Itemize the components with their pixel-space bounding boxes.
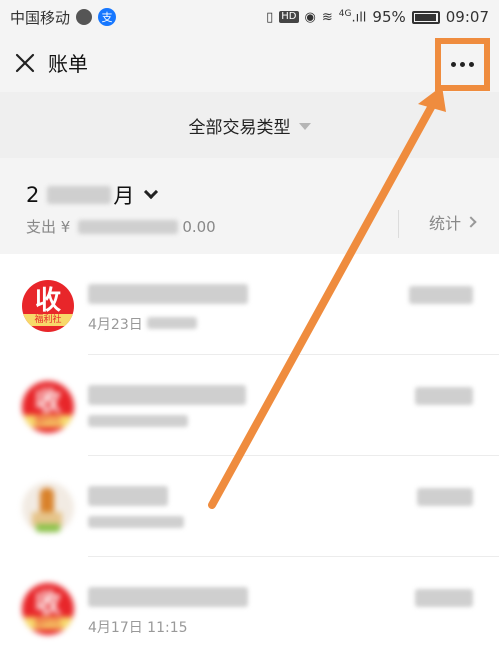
- signal-icon: 4G.ıll: [338, 8, 367, 26]
- expense-amount-suffix: 0.00: [182, 217, 216, 236]
- avatar-text: 收: [34, 589, 61, 619]
- transaction-list: 收 福利社 4月23日 收 福利社 收 福利社 4月17日 11:15: [0, 254, 499, 656]
- merchant-avatar: 收 福利社: [22, 583, 74, 635]
- merchant-avatar: 收 福利社: [22, 280, 74, 332]
- alipay-icon: 支: [98, 8, 117, 26]
- transaction-title-redacted: [88, 486, 168, 506]
- transaction-time: 4月17日 11:15: [88, 620, 188, 636]
- avatar-text: 收: [34, 286, 61, 316]
- transaction-time: 4月23日: [88, 314, 198, 334]
- statistics-link[interactable]: 统计: [428, 210, 477, 234]
- wifi-icon: ≋: [321, 9, 333, 25]
- month-label-suffix: 月: [113, 184, 135, 208]
- chevron-down-icon: [144, 184, 159, 200]
- transaction-title-redacted: [88, 284, 248, 304]
- carrier-name: 中国移动: [10, 8, 71, 27]
- avatar-subtext: 福利社: [22, 314, 74, 326]
- battery-icon: [411, 10, 440, 24]
- filter-label: 全部交易类型: [188, 117, 291, 138]
- status-bar: 中国移动 支 ▯ HD ◉ ≋ 4G.ıll 95% 09:07: [0, 0, 499, 34]
- transaction-time-redacted: [88, 415, 188, 431]
- merchant-avatar: [22, 482, 74, 534]
- page-title: 账单: [48, 52, 88, 76]
- merchant-avatar: 收 福利社: [22, 381, 74, 433]
- transaction-amount-redacted: [417, 488, 473, 506]
- month-summary: 2 月 支出 ¥ 0.00 统计: [0, 158, 499, 254]
- network-type: 4G: [338, 8, 352, 19]
- eye-icon: ◉: [304, 9, 316, 25]
- chevron-right-icon: [465, 216, 477, 228]
- status-left: 中国移动 支: [10, 7, 117, 28]
- avatar-subtext: 福利社: [22, 617, 74, 629]
- transaction-amount-redacted: [409, 286, 473, 304]
- more-options-button[interactable]: [435, 38, 490, 91]
- transaction-title-redacted: [88, 587, 248, 607]
- globe-icon: [76, 9, 93, 25]
- month-label-prefix: 2: [26, 183, 40, 207]
- more-icon: [451, 62, 474, 67]
- stats-divider: [398, 210, 399, 238]
- nav-bar: 账单: [0, 34, 499, 92]
- statistics-label: 统计: [428, 214, 461, 233]
- transaction-row[interactable]: 收 福利社: [0, 355, 499, 455]
- caret-down-icon: [298, 123, 311, 130]
- transaction-amount-redacted: [415, 387, 473, 405]
- transaction-row[interactable]: [0, 456, 499, 556]
- expense-summary: 支出 ¥ 0.00: [26, 216, 216, 237]
- transaction-type-filter[interactable]: 全部交易类型: [0, 92, 499, 158]
- vibrate-icon: ▯: [266, 9, 274, 25]
- transaction-amount-redacted: [415, 589, 473, 607]
- month-selector[interactable]: 2 月: [26, 180, 159, 210]
- transaction-time-redacted: [88, 516, 184, 532]
- avatar-text: 收: [34, 387, 61, 417]
- expense-label: 支出 ¥: [26, 218, 71, 236]
- close-button[interactable]: [12, 50, 38, 76]
- close-icon: [15, 53, 35, 73]
- month-label-redacted: [47, 186, 112, 204]
- clock: 09:07: [445, 8, 489, 26]
- status-right: ▯ HD ◉ ≋ 4G.ıll 95% 09:07: [266, 8, 489, 26]
- transaction-title-redacted: [88, 385, 246, 405]
- avatar-subtext: 福利社: [22, 415, 74, 427]
- transaction-row[interactable]: 收 福利社 4月23日: [0, 254, 499, 354]
- expense-amount-redacted: [78, 219, 179, 234]
- battery-percent: 95%: [372, 8, 406, 26]
- transaction-row[interactable]: 收 福利社 4月17日 11:15: [0, 557, 499, 656]
- hd-icon: HD: [279, 11, 299, 23]
